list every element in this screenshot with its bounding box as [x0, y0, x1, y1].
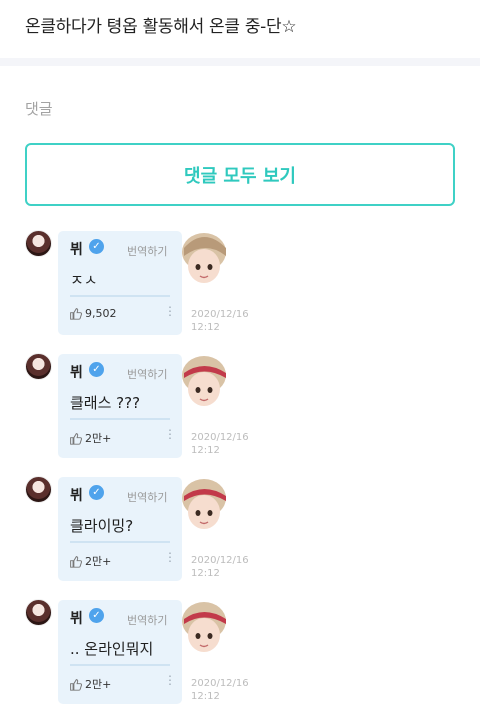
thumbs-up-icon: [70, 678, 82, 691]
more-vertical-icon[interactable]: ⋮: [164, 428, 176, 440]
more-vertical-icon[interactable]: ⋮: [164, 674, 176, 686]
avatar[interactable]: [25, 353, 52, 380]
bubble-divider: [70, 541, 170, 543]
post-text: 온클하다가 텽옵 활동해서 온클 중-단☆: [25, 17, 297, 37]
character-sticker: [182, 356, 226, 406]
comment-author[interactable]: 뷔: [70, 362, 83, 382]
character-sticker: [182, 602, 226, 652]
like-count: 2만+: [85, 678, 112, 691]
comment-bubble: 뷔 ✓ 번역하기 ㅈㅅ 9,502 ⋮: [58, 231, 182, 335]
character-sticker: [182, 479, 226, 529]
translate-button[interactable]: 번역하기: [127, 489, 167, 505]
like-button[interactable]: 2만+: [69, 430, 111, 446]
comment-bubble: 뷔 ✓ 번역하기 클라이밍? 2만+ ⋮: [58, 477, 182, 581]
verified-check-icon: ✓: [89, 608, 104, 623]
like-button[interactable]: 2만+: [69, 676, 111, 692]
avatar[interactable]: [25, 599, 52, 626]
view-all-comments-button[interactable]: 댓글 모두 보기: [25, 143, 455, 206]
comment-author[interactable]: 뷔: [70, 485, 83, 505]
avatar[interactable]: [25, 476, 52, 503]
translate-button[interactable]: 번역하기: [127, 612, 167, 628]
verified-check-icon: ✓: [89, 239, 104, 254]
translate-button[interactable]: 번역하기: [127, 366, 167, 382]
like-count: 9,502: [85, 307, 117, 320]
comment-timestamp: 2020/12/16 12:12: [191, 678, 249, 702]
thumbs-up-icon: [70, 308, 82, 320]
bubble-divider: [70, 418, 170, 420]
verified-check-icon: ✓: [89, 485, 104, 500]
more-vertical-icon[interactable]: ⋮: [164, 551, 176, 563]
like-count: 2만+: [85, 432, 112, 445]
translate-button[interactable]: 번역하기: [127, 243, 167, 259]
bubble-divider: [70, 664, 170, 666]
comment-author[interactable]: 뷔: [70, 239, 83, 259]
comments-section-label: 댓글: [25, 100, 53, 118]
comment-text: ㅈㅅ: [70, 271, 98, 289]
thumbs-up-icon: [70, 432, 82, 445]
comment-item: 뷔 ✓ 번역하기 클래스 ??? 2만+ ⋮ 2020/12/16 12:12: [0, 353, 480, 471]
comment-bubble: 뷔 ✓ 번역하기 .. 온라인뭐지 2만+ ⋮: [58, 600, 182, 704]
comment-text: .. 온라인뭐지: [70, 640, 154, 658]
like-button[interactable]: 9,502: [69, 307, 117, 320]
section-divider: [0, 58, 480, 66]
bubble-divider: [70, 295, 170, 297]
comment-bubble: 뷔 ✓ 번역하기 클래스 ??? 2만+ ⋮: [58, 354, 182, 458]
verified-check-icon: ✓: [89, 362, 104, 377]
like-count: 2만+: [85, 555, 112, 568]
comment-timestamp: 2020/12/16 12:12: [191, 555, 249, 579]
comment-timestamp: 2020/12/16 12:12: [191, 309, 249, 333]
more-vertical-icon[interactable]: ⋮: [164, 305, 176, 317]
comment-item: 뷔 ✓ 번역하기 .. 온라인뭐지 2만+ ⋮ 2020/12/16 12:12: [0, 599, 480, 712]
like-button[interactable]: 2만+: [69, 553, 111, 569]
comment-item: 뷔 ✓ 번역하기 클라이밍? 2만+ ⋮ 2020/12/16 12:12: [0, 476, 480, 594]
character-sticker: [182, 233, 226, 283]
comment-text: 클라이밍?: [70, 517, 134, 535]
comment-text: 클래스 ???: [70, 394, 141, 412]
avatar[interactable]: [25, 230, 52, 257]
comment-item: 뷔 ✓ 번역하기 ㅈㅅ 9,502 ⋮ 2020/12/16 12:12: [0, 230, 480, 348]
comment-timestamp: 2020/12/16 12:12: [191, 432, 249, 456]
thumbs-up-icon: [70, 555, 82, 568]
comment-author[interactable]: 뷔: [70, 608, 83, 628]
